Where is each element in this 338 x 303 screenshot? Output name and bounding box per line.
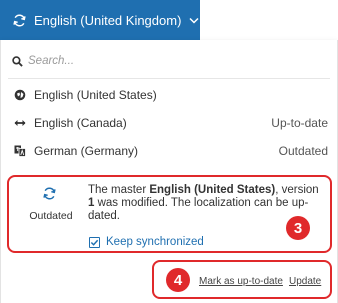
status-label: Outdated <box>29 210 73 222</box>
search-bar <box>12 52 328 70</box>
message-mid: , version <box>275 184 319 196</box>
translate-icon <box>14 145 26 157</box>
localization-detail-callout: Outdated The master English (United Stat… <box>7 175 332 253</box>
arrows-horizontal-icon <box>14 117 26 129</box>
chevron-down-icon <box>189 17 199 24</box>
search-input[interactable] <box>28 55 308 67</box>
callout-number-badge: 4 <box>166 268 190 292</box>
sync-icon <box>13 13 26 27</box>
language-item-status: Up-to-date <box>271 116 328 130</box>
language-item-status: Outdated <box>278 144 328 158</box>
sync-icon <box>43 187 56 200</box>
search-divider <box>8 78 330 79</box>
language-selector-button[interactable]: English (United Kingdom) <box>0 0 200 40</box>
update-link[interactable]: Update <box>289 276 321 287</box>
language-item[interactable]: English (United States) <box>0 81 338 109</box>
language-item[interactable]: English (Canada) Up-to-date <box>0 109 338 137</box>
callout-number-badge: 3 <box>286 216 310 240</box>
mark-up-to-date-link[interactable]: Mark as up-to-date <box>199 276 283 287</box>
master-language-name: English (United States) <box>149 184 276 196</box>
message-prefix: The master <box>88 184 150 196</box>
language-selector-label: English (United Kingdom) <box>34 12 182 28</box>
checkbox-checked-icon <box>89 236 100 248</box>
language-item[interactable]: German (Germany) Outdated <box>0 137 338 165</box>
language-item-name: English (Canada) <box>34 116 127 130</box>
master-globe-icon <box>14 89 26 101</box>
language-item-name: English (United States) <box>34 88 157 102</box>
actions-callout: 4 Mark as up-to-date Update <box>152 260 332 299</box>
search-icon <box>12 55 23 67</box>
keep-synchronized-checkbox[interactable]: Keep synchronized <box>89 236 204 248</box>
message-suffix: was modified. The localization can be up… <box>88 197 309 222</box>
language-item-name: German (Germany) <box>34 144 139 158</box>
keep-synchronized-label: Keep synchronized <box>106 236 204 248</box>
